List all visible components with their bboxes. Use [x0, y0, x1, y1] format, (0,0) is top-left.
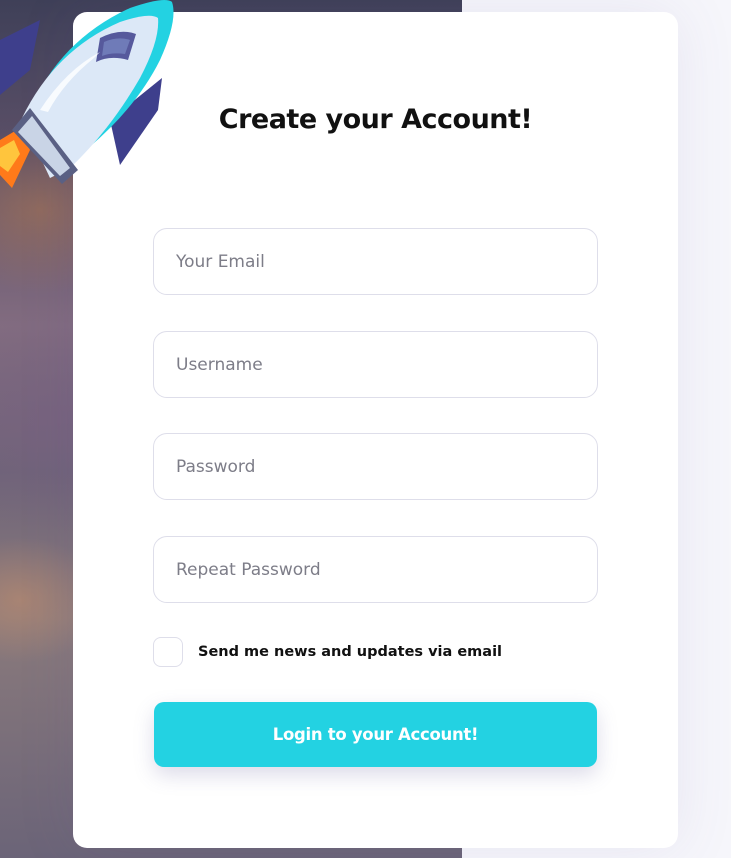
username-field[interactable]: [153, 331, 598, 398]
rocket-icon: [0, 0, 174, 188]
password-field[interactable]: [153, 433, 598, 500]
username-input[interactable]: [176, 354, 575, 375]
password-input[interactable]: [176, 456, 575, 477]
email-input[interactable]: [176, 251, 575, 272]
repeat-password-input[interactable]: [176, 559, 575, 580]
newsletter-label: Send me news and updates via email: [198, 644, 503, 660]
submit-button[interactable]: Login to your Account!: [154, 702, 597, 767]
newsletter-checkbox[interactable]: [153, 637, 183, 667]
newsletter-option: Send me news and updates via email: [153, 637, 502, 667]
email-field[interactable]: [153, 228, 598, 295]
repeat-password-field[interactable]: [153, 536, 598, 603]
